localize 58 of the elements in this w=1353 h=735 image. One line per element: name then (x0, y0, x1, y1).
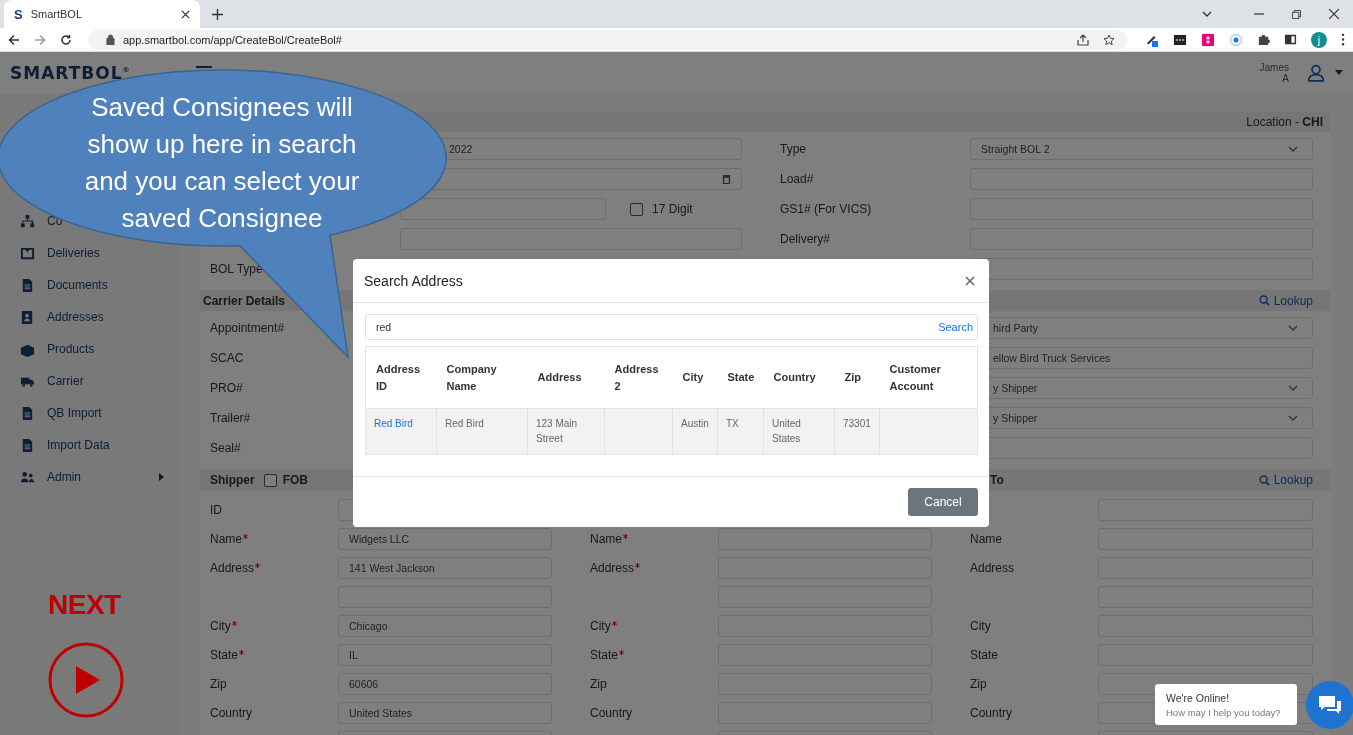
column-header: Address (527, 346, 605, 409)
location-text: Location - CHI (1246, 115, 1323, 129)
user-name: James (1259, 61, 1289, 73)
field-label: Zip (970, 676, 987, 691)
callout-text: Saved Consignees will show up here in search and you can select your saved Consignee (83, 91, 361, 235)
field-label: Zip (210, 676, 227, 691)
section-title: Carrier Details (203, 293, 286, 308)
table-cell: Austin (672, 408, 718, 455)
chat-prompt: How may I help you today? (1166, 706, 1282, 718)
field-label: GS1# (For VICS) (780, 202, 872, 216)
table-cell: United States (763, 408, 835, 455)
section-title: To (990, 473, 1004, 487)
checkbox-label: FOB (282, 473, 308, 487)
column-header: Zip (834, 346, 880, 409)
field-label: Trailer# (210, 411, 251, 425)
table-cell: TX (717, 408, 764, 455)
field-label: Delivery# (780, 232, 830, 246)
field-label: ID (210, 502, 222, 517)
field-label: City (590, 618, 617, 633)
field-label: SCAC (210, 351, 244, 365)
field-label: Country (210, 705, 253, 720)
field-label: State (590, 647, 625, 662)
table-cell: 73301 (834, 408, 880, 455)
field-label: Country (590, 705, 633, 720)
field-label: Type (780, 142, 806, 156)
field-label: Seal# (210, 441, 241, 455)
field-label: Appointment# (210, 321, 285, 335)
column-header: State (717, 346, 764, 409)
column-header: Customer Account (879, 346, 978, 409)
field-label: Address (590, 560, 641, 575)
table-cell: Red Bird (436, 408, 528, 455)
user-initial: A (1282, 72, 1289, 84)
dialog-title: Search Address (364, 272, 463, 289)
field-label: State (210, 647, 245, 662)
site-favicon: S (14, 6, 23, 22)
field-label: Address (210, 560, 261, 575)
field-label: Name (970, 531, 1002, 546)
section-title: Shipper (210, 473, 255, 487)
checkbox-label: 17 Digit (652, 202, 693, 216)
chat-title: We're Online! (1166, 691, 1231, 704)
field-label: Zip (590, 676, 607, 691)
field-label: City (210, 618, 237, 633)
column-header: City (672, 346, 718, 409)
field-label: Address (970, 560, 1015, 575)
column-header: Company Name (436, 346, 528, 409)
column-header: Address ID (365, 346, 437, 409)
field-label: BOL Type (210, 262, 263, 276)
field-label: Country (970, 705, 1013, 720)
column-header: Country (763, 346, 835, 409)
table-cell: 123 Main Street (527, 408, 605, 455)
field-label: City (970, 618, 991, 633)
field-label: Load# (780, 172, 814, 186)
column-header: Address 2 (604, 346, 673, 409)
field-label: PRO# (210, 381, 243, 395)
next-label: NEXT (48, 589, 121, 621)
field-label: Name (590, 531, 628, 546)
field-label: State (970, 647, 999, 662)
field-label: Name (210, 531, 248, 546)
